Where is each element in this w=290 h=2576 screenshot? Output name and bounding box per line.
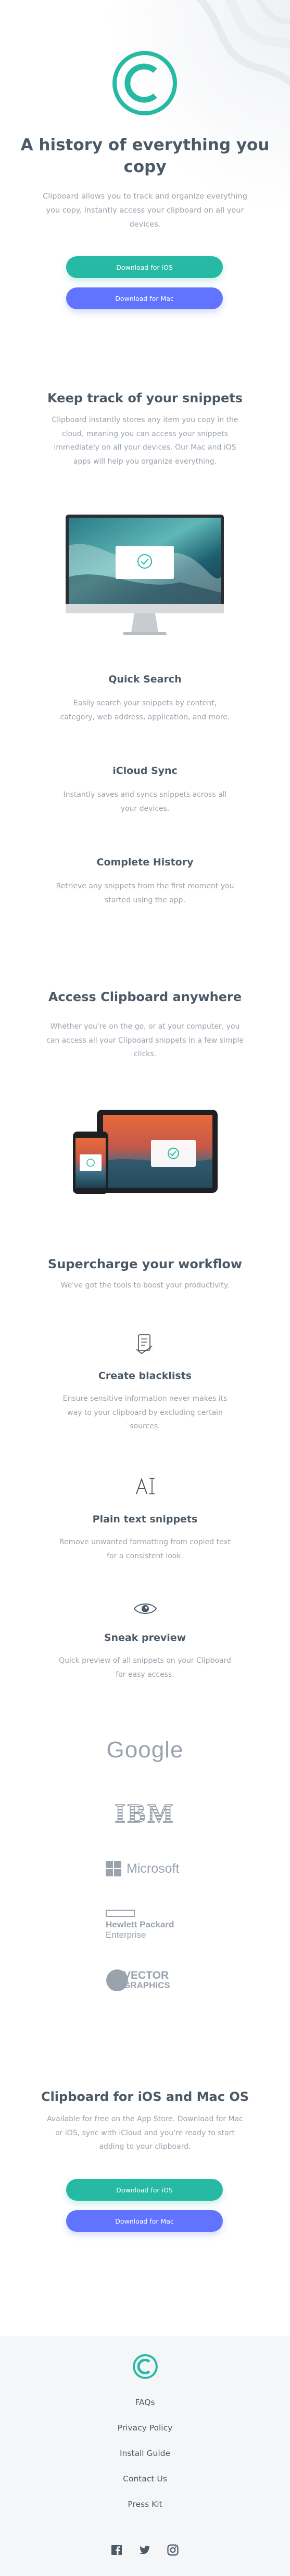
decorative-swirl-background bbox=[196, 0, 290, 87]
feature-description-icloud-sync: Instantly saves and syncs snippets acros… bbox=[63, 791, 227, 813]
ibm-logo: IBM bbox=[0, 1798, 290, 1829]
cta-title: Clipboard for iOS and Mac OS bbox=[41, 2089, 249, 2104]
workflow-item-title-sneak-preview: Sneak preview bbox=[104, 1632, 186, 1644]
feature-title-quick-search: Quick Search bbox=[108, 674, 182, 685]
workflow-item-description-blacklists: Ensure sensitive information never makes… bbox=[62, 1395, 228, 1431]
cta-description: Available for free on the App Store. Dow… bbox=[47, 2115, 243, 2151]
feature-title-complete-history: Complete History bbox=[96, 857, 194, 868]
microsoft-logo: Microsoft bbox=[106, 1861, 179, 1876]
download-mac-button[interactable]: Download for Mac bbox=[66, 287, 223, 309]
cta-download-ios-button[interactable]: Download for iOS bbox=[66, 2179, 223, 2201]
desktop-monitor-image bbox=[66, 515, 224, 635]
access-description: Whether you're on the go, or at your com… bbox=[46, 1022, 244, 1059]
twitter-icon[interactable] bbox=[138, 2544, 151, 2556]
workflow-item-title-plain-text: Plain text snippets bbox=[92, 1514, 198, 1525]
access-title: Access Clipboard anywhere bbox=[48, 990, 242, 1004]
footer-link-press-kit[interactable]: Press Kit bbox=[0, 2500, 290, 2509]
facebook-icon[interactable] bbox=[110, 2544, 123, 2556]
vector-graphics-logo: VECTOR GRAPHICS bbox=[106, 1969, 170, 1992]
hpe-rectangle-icon bbox=[106, 1910, 135, 1917]
eye-preview-icon bbox=[133, 1604, 157, 1614]
hewlett-packard-enterprise-logo: Hewlett Packard Enterprise bbox=[106, 1910, 174, 1940]
snippets-title: Keep track of your snippets bbox=[47, 391, 243, 405]
download-ios-button[interactable]: Download for iOS bbox=[66, 256, 223, 278]
footer-link-faqs[interactable]: FAQs bbox=[0, 2398, 290, 2407]
clipboard-logo-icon bbox=[112, 51, 177, 115]
footer-clipboard-logo-icon[interactable] bbox=[132, 2354, 158, 2380]
workflow-title: Supercharge your workflow bbox=[47, 1257, 243, 1271]
feature-description-quick-search: Easily search your snippets by content, … bbox=[60, 699, 230, 721]
workflow-item-title-blacklists: Create blacklists bbox=[98, 1370, 192, 1382]
feature-description-complete-history: Retrieve any snippets from the first mom… bbox=[56, 882, 234, 904]
hero-description: Clipboard allows you to track and organi… bbox=[43, 192, 247, 229]
tablet-and-phone-image bbox=[73, 1110, 218, 1194]
instagram-icon[interactable] bbox=[167, 2544, 179, 2556]
hero-title: A history of everything you copy bbox=[20, 136, 270, 177]
footer-link-install-guide[interactable]: Install Guide bbox=[0, 2449, 290, 2458]
feature-title-icloud-sync: iCloud Sync bbox=[112, 765, 178, 777]
footer-link-contact-us[interactable]: Contact Us bbox=[0, 2474, 290, 2483]
snippets-description: Clipboard instantly stores any item you … bbox=[52, 416, 238, 466]
blacklist-icon bbox=[136, 1334, 153, 1355]
workflow-item-description-sneak-preview: Quick preview of all snippets on your Cl… bbox=[59, 1657, 231, 1679]
workflow-item-description-plain-text: Remove unwanted formatting from copied t… bbox=[59, 1538, 231, 1560]
footer-link-privacy-policy[interactable]: Privacy Policy bbox=[0, 2423, 290, 2433]
plain-text-icon bbox=[136, 1478, 155, 1494]
microsoft-squares-icon bbox=[106, 1861, 121, 1876]
workflow-subtitle: We've got the tools to boost your produc… bbox=[60, 1281, 230, 1290]
hero-section: A history of everything you copy Clipboa… bbox=[0, 0, 290, 333]
google-logo: Google bbox=[106, 1737, 184, 1763]
cta-download-mac-button[interactable]: Download for Mac bbox=[66, 2210, 223, 2232]
